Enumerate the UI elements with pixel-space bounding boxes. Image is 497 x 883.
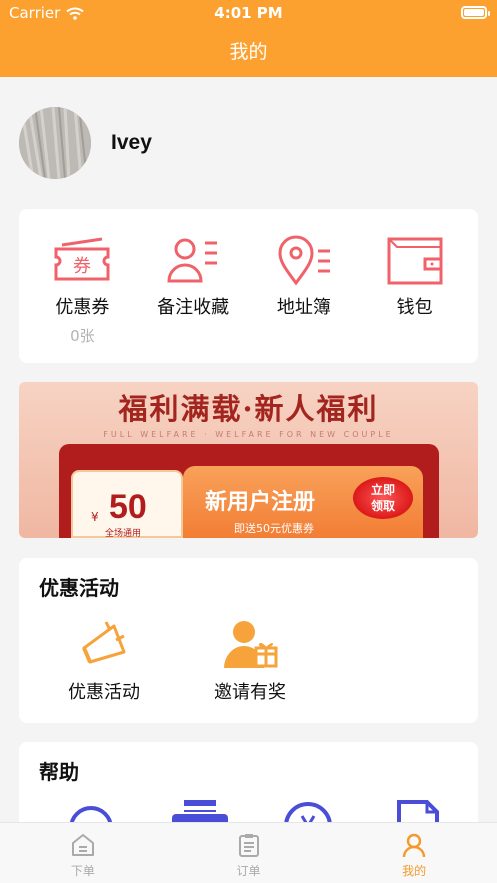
wallet-icon xyxy=(387,237,443,285)
coupon-count: 0张 xyxy=(70,327,95,345)
ticket-icon: 券 xyxy=(54,237,110,281)
invite-reward-button[interactable]: 邀请有奖 xyxy=(195,618,305,704)
location-pin-icon xyxy=(278,235,330,286)
banner-headline: 新用户注册 xyxy=(205,489,316,515)
banner-coupon-note: 全场通用 xyxy=(105,529,142,538)
wallet-button[interactable]: 钱包 xyxy=(365,235,465,346)
avatar[interactable] xyxy=(19,107,91,179)
page-title: 我的 xyxy=(229,41,268,63)
notes-favorites-label: 备注收藏 xyxy=(157,297,230,318)
tab-order-placement[interactable]: 下单 xyxy=(0,823,166,883)
claim-button[interactable]: 立即 领取 xyxy=(353,477,413,519)
banner-note: 即送50元优惠券 xyxy=(234,522,314,535)
top-bar: Carrier 4:01 PM 我的 xyxy=(0,0,497,77)
promotions-button[interactable]: 优惠活动 xyxy=(49,618,159,704)
banner-coupon-amount: 50 xyxy=(109,488,147,526)
contact-card-icon xyxy=(167,238,218,283)
quick-actions-card: 券 优惠券 0张 备注收藏 地址簿 钱包 xyxy=(19,209,478,363)
user-icon xyxy=(402,833,426,858)
promotions-title: 优惠活动 xyxy=(39,576,119,600)
username: Ivey xyxy=(111,131,152,154)
address-book-label: 地址簿 xyxy=(276,297,331,318)
address-book-button[interactable]: 地址簿 xyxy=(254,235,354,346)
banner-subtitle: FULL WELFARE · WELFARE FOR NEW COUPLE xyxy=(103,430,394,439)
status-time: 4:01 PM xyxy=(214,4,283,22)
status-bar: Carrier 4:01 PM xyxy=(0,0,497,26)
svg-text:券: 券 xyxy=(73,256,91,277)
coupon-label: 优惠券 xyxy=(55,297,110,318)
claim-button-line2: 领取 xyxy=(370,499,395,513)
invite-gift-icon xyxy=(224,621,278,668)
notes-favorites-button[interactable]: 备注收藏 xyxy=(143,235,243,346)
home-icon xyxy=(71,834,94,856)
promotions-label: 优惠活动 xyxy=(68,682,140,703)
coupon-button[interactable]: 券 优惠券 0张 xyxy=(32,235,132,346)
claim-button-line1: 立即 xyxy=(370,483,395,497)
banner-coupon: ¥ 50 全场通用 xyxy=(71,470,183,538)
tab-label: 我的 xyxy=(402,864,427,878)
order-list-icon xyxy=(238,834,259,857)
invite-reward-label: 邀请有奖 xyxy=(214,682,286,703)
tab-bar: 下单 订单 我的 xyxy=(0,822,497,883)
profile-header[interactable]: Ivey xyxy=(19,107,152,179)
help-title: 帮助 xyxy=(39,760,79,784)
tab-orders[interactable]: 订单 xyxy=(166,823,332,883)
new-user-banner[interactable]: 福利满载·新人福利 FULL WELFARE · WELFARE FOR NEW… xyxy=(19,382,478,538)
tab-mine[interactable]: 我的 xyxy=(331,823,497,883)
megaphone-icon xyxy=(82,621,126,664)
tab-label: 订单 xyxy=(236,864,261,878)
promotions-card: 优惠活动 优惠活动 邀请有奖 xyxy=(19,558,478,723)
battery-icon xyxy=(461,6,490,19)
tab-label: 下单 xyxy=(70,864,95,878)
banner-coupon-currency: ¥ xyxy=(91,510,99,524)
banner-title: 福利满载·新人福利 xyxy=(118,392,379,426)
wallet-label: 钱包 xyxy=(396,297,433,318)
